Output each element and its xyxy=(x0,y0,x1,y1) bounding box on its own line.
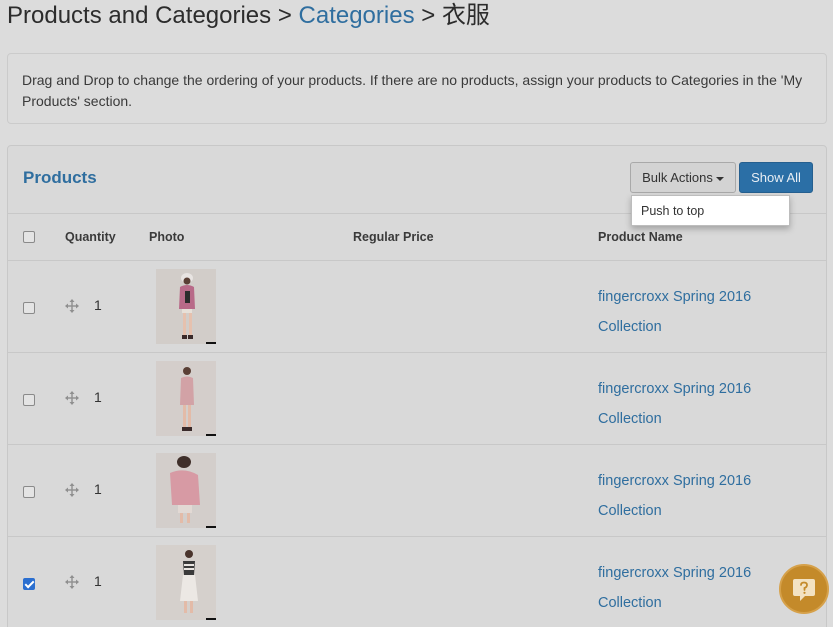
product-photo[interactable] xyxy=(156,269,216,344)
photo-tag xyxy=(206,618,216,620)
breadcrumb-current: 衣服 xyxy=(441,2,490,29)
table-row: 1 fingercroxx Spring 2016 Collection xyxy=(8,444,826,536)
breadcrumb-categories-link[interactable]: Categories xyxy=(299,2,415,29)
move-icon[interactable] xyxy=(65,483,79,497)
panel-title: Products xyxy=(23,168,97,187)
product-name-link[interactable]: fingercroxx Spring 2016 Collection xyxy=(598,282,798,342)
column-header-quantity: Quantity xyxy=(65,230,116,244)
product-name-line: Collection xyxy=(598,319,662,335)
table-row: 1 fingercroxx Spring 2016 Collection xyxy=(8,352,826,444)
column-header-photo: Photo xyxy=(149,230,185,244)
product-photo[interactable] xyxy=(156,545,216,620)
table-row: 1 fingercroxx Spring 2016 Collection xyxy=(8,536,826,627)
product-name-line: fingercroxx Spring 2016 xyxy=(598,381,752,397)
row-quantity: 1 xyxy=(94,389,102,405)
move-icon[interactable] xyxy=(65,391,79,405)
row-checkbox[interactable] xyxy=(23,394,35,406)
photo-tag xyxy=(206,526,216,528)
info-text: Drag and Drop to change the ordering of … xyxy=(22,72,803,109)
help-chat-icon xyxy=(793,579,815,601)
product-name-line: Collection xyxy=(598,595,662,611)
column-header-product-name: Product Name xyxy=(598,230,683,244)
product-name-line: Collection xyxy=(598,503,662,519)
photo-tag xyxy=(206,342,216,344)
product-name-link[interactable]: fingercroxx Spring 2016 Collection xyxy=(598,466,798,526)
caret-down-icon xyxy=(715,176,724,181)
table-row: 1 fingercroxx Spring 2016 Collection xyxy=(8,260,826,352)
show-all-button[interactable]: Show All xyxy=(739,162,813,193)
product-name-line: Collection xyxy=(598,411,662,427)
breadcrumb-separator: > xyxy=(421,2,442,29)
select-all-checkbox[interactable] xyxy=(23,231,35,243)
help-chat-button[interactable] xyxy=(779,564,829,614)
model-figure-image xyxy=(156,453,216,528)
row-quantity: 1 xyxy=(94,297,102,313)
product-photo[interactable] xyxy=(156,453,216,528)
model-figure-image xyxy=(156,545,216,620)
breadcrumb-separator: > xyxy=(277,2,299,29)
move-icon[interactable] xyxy=(65,299,79,313)
row-checkbox[interactable] xyxy=(23,486,35,498)
product-name-link[interactable]: fingercroxx Spring 2016 Collection xyxy=(598,374,798,434)
photo-tag xyxy=(206,434,216,436)
dropdown-item-push-to-top[interactable]: Push to top xyxy=(632,196,789,227)
product-name-line: fingercroxx Spring 2016 xyxy=(598,473,752,489)
bulk-actions-dropdown: Push to top xyxy=(631,195,790,226)
breadcrumb: Products and Categories > Categories > 衣… xyxy=(7,0,490,34)
product-name-line: fingercroxx Spring 2016 xyxy=(598,289,752,305)
product-name-link[interactable]: fingercroxx Spring 2016 Collection xyxy=(598,558,798,618)
model-figure-image xyxy=(156,269,216,344)
row-quantity: 1 xyxy=(94,481,102,497)
breadcrumb-root: Products and Categories xyxy=(7,2,272,29)
product-photo[interactable] xyxy=(156,361,216,436)
row-checkbox[interactable] xyxy=(23,578,35,590)
info-box: Drag and Drop to change the ordering of … xyxy=(7,53,827,124)
column-header-regular-price: Regular Price xyxy=(353,230,434,244)
model-figure-image xyxy=(156,361,216,436)
products-panel: Products Bulk Actions Show All Push to t… xyxy=(7,145,827,627)
product-name-line: fingercroxx Spring 2016 xyxy=(598,565,752,581)
bulk-actions-button[interactable]: Bulk Actions xyxy=(630,162,736,193)
bulk-actions-label: Bulk Actions xyxy=(642,170,713,185)
panel-header: Products Bulk Actions Show All Push to t… xyxy=(8,146,826,226)
move-icon[interactable] xyxy=(65,575,79,589)
row-quantity: 1 xyxy=(94,573,102,589)
row-checkbox[interactable] xyxy=(23,302,35,314)
